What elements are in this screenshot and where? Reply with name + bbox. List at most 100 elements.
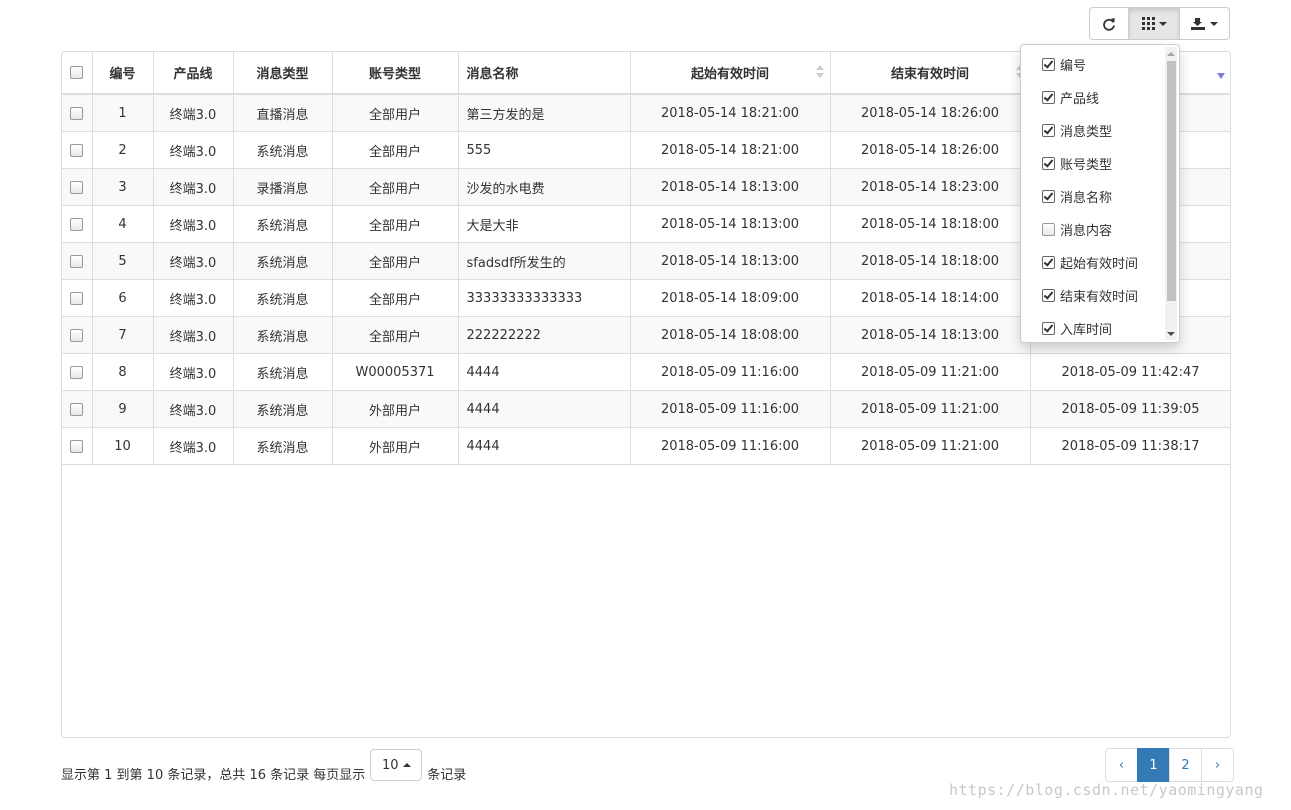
records-suffix-text: 条记录 xyxy=(427,767,467,783)
cell-start-time: 2018-05-14 18:09:00 xyxy=(630,279,831,317)
cell-product-line: 终端3.0 xyxy=(153,242,234,280)
page-button-1[interactable]: 1 xyxy=(1137,748,1170,782)
cell-message-name: 4444 xyxy=(458,427,631,465)
column-toggle-label: 结束有效时间 xyxy=(1060,289,1139,305)
sort-desc-icon xyxy=(1216,73,1225,79)
select-all-checkbox[interactable] xyxy=(70,66,84,79)
row-checkbox[interactable] xyxy=(70,402,84,416)
header-start-time[interactable]: 起始有效时间 xyxy=(630,52,831,95)
cell-product-line: 终端3.0 xyxy=(153,353,234,391)
column-toggle-item[interactable]: 编号 xyxy=(1042,54,1086,74)
row-checkbox[interactable] xyxy=(70,106,84,120)
column-toggle-item[interactable]: 账号类型 xyxy=(1042,153,1112,173)
column-toggle-checkbox[interactable] xyxy=(1042,189,1055,203)
chevron-up-icon xyxy=(402,763,411,767)
row-checkbox[interactable] xyxy=(70,180,84,194)
header-end-time[interactable]: 结束有效时间 xyxy=(830,52,1031,95)
column-toggle-item[interactable]: 起始有效时间 xyxy=(1042,252,1138,272)
page-button-2[interactable]: 2 xyxy=(1169,748,1202,782)
column-toggle-checkbox[interactable] xyxy=(1042,90,1055,104)
row-checkbox[interactable] xyxy=(70,143,84,157)
cell-message-type: 系统消息 xyxy=(233,427,333,465)
row-select-cell xyxy=(62,168,93,206)
grid-icon xyxy=(1141,17,1155,30)
cell-account-type: 外部用户 xyxy=(332,427,459,465)
column-toggle-checkbox[interactable] xyxy=(1042,288,1055,302)
cell-id: 1 xyxy=(92,94,154,132)
scrollbar-thumb[interactable] xyxy=(1167,61,1176,301)
export-button[interactable] xyxy=(1179,7,1230,40)
cell-message-type: 系统消息 xyxy=(233,131,333,169)
cell-message-type: 系统消息 xyxy=(233,390,333,428)
row-checkbox[interactable] xyxy=(70,328,84,342)
row-checkbox[interactable] xyxy=(70,291,84,305)
cell-message-name: 33333333333333 xyxy=(458,279,631,317)
page-prev-button[interactable]: ‹ xyxy=(1105,748,1138,782)
cell-message-name: 大是大非 xyxy=(458,205,631,243)
column-toggle-label: 账号类型 xyxy=(1060,157,1113,173)
page-size-select[interactable]: 10 xyxy=(370,749,423,781)
column-toggle-checkbox[interactable] xyxy=(1042,222,1055,236)
table-row[interactable]: 9 终端3.0 系统消息 外部用户 4444 2018-05-09 11:16:00 201… xyxy=(62,390,1230,428)
column-toggle-item[interactable]: 消息内容 xyxy=(1042,219,1112,239)
cell-end-time: 2018-05-14 18:14:00 xyxy=(830,279,1031,317)
dropdown-scrollbar[interactable] xyxy=(1165,47,1177,340)
cell-account-type: 全部用户 xyxy=(332,242,459,280)
pagination-info: 显示第 1 到第 10 条记录，总共 16 条记录 每页显示 10 条记录 xyxy=(61,749,467,789)
column-toggle-item[interactable]: 产品线 xyxy=(1042,87,1099,107)
header-account-type[interactable]: 账号类型 xyxy=(332,52,459,95)
table-row[interactable]: 8 终端3.0 系统消息 W00005371 4444 2018-05-09 11:16:… xyxy=(62,353,1230,391)
cell-message-name: 第三方发的是 xyxy=(458,94,631,132)
row-checkbox[interactable] xyxy=(70,439,84,453)
cell-message-type: 系统消息 xyxy=(233,316,333,354)
column-toggle-item[interactable]: 结束有效时间 xyxy=(1042,285,1138,305)
refresh-button[interactable] xyxy=(1089,7,1129,40)
cell-id: 4 xyxy=(92,205,154,243)
row-checkbox[interactable] xyxy=(70,217,84,231)
cell-id: 2 xyxy=(92,131,154,169)
table-row[interactable]: 10 终端3.0 系统消息 外部用户 4444 2018-05-09 11:16:00 20… xyxy=(62,427,1230,465)
column-toggle-label: 消息名称 xyxy=(1060,190,1113,206)
cell-id: 7 xyxy=(92,316,154,354)
cell-stored-time: 2018-05-09 11:42:47 xyxy=(1030,353,1230,391)
header-start-time-label: 起始有效时间 xyxy=(690,67,769,82)
cell-message-name: 222222222 xyxy=(458,316,631,354)
header-message-type[interactable]: 消息类型 xyxy=(233,52,333,95)
cell-end-time: 2018-05-14 18:18:00 xyxy=(830,205,1031,243)
cell-end-time: 2018-05-09 11:21:00 xyxy=(830,427,1031,465)
cell-message-name: 沙发的水电费 xyxy=(458,168,631,206)
cell-product-line: 终端3.0 xyxy=(153,427,234,465)
cell-end-time: 2018-05-09 11:21:00 xyxy=(830,353,1031,391)
column-toggle-item[interactable]: 入库时间 xyxy=(1042,318,1112,338)
column-toggle-checkbox[interactable] xyxy=(1042,123,1055,137)
column-toggle-item[interactable]: 消息名称 xyxy=(1042,186,1112,206)
cell-message-type: 录播消息 xyxy=(233,168,333,206)
cell-message-name: 555 xyxy=(458,131,631,169)
column-toggle-item[interactable]: 消息类型 xyxy=(1042,120,1112,140)
table-toolbar xyxy=(1089,7,1230,40)
header-id[interactable]: 编号 xyxy=(92,52,154,95)
columns-toggle-button[interactable] xyxy=(1128,7,1180,40)
chevron-down-icon xyxy=(1210,21,1218,26)
cell-account-type: 外部用户 xyxy=(332,390,459,428)
column-toggle-checkbox[interactable] xyxy=(1042,57,1055,71)
cell-start-time: 2018-05-14 18:13:00 xyxy=(630,205,831,243)
row-checkbox[interactable] xyxy=(70,254,84,268)
cell-product-line: 终端3.0 xyxy=(153,390,234,428)
column-toggle-checkbox[interactable] xyxy=(1042,156,1055,170)
column-toggle-label: 起始有效时间 xyxy=(1060,256,1139,272)
cell-start-time: 2018-05-09 11:16:00 xyxy=(630,427,831,465)
scroll-up-icon[interactable] xyxy=(1167,52,1175,56)
cell-message-type: 系统消息 xyxy=(233,353,333,391)
column-toggle-checkbox[interactable] xyxy=(1042,321,1055,335)
cell-end-time: 2018-05-14 18:23:00 xyxy=(830,168,1031,206)
scroll-down-icon[interactable] xyxy=(1167,332,1175,336)
column-toggle-checkbox[interactable] xyxy=(1042,255,1055,269)
header-message-name[interactable]: 消息名称 xyxy=(458,52,631,95)
sort-icon xyxy=(815,65,824,81)
header-product-line[interactable]: 产品线 xyxy=(153,52,234,95)
cell-product-line: 终端3.0 xyxy=(153,131,234,169)
chevron-down-icon xyxy=(1158,21,1167,26)
page-next-button[interactable]: › xyxy=(1201,748,1234,782)
row-checkbox[interactable] xyxy=(70,365,84,379)
